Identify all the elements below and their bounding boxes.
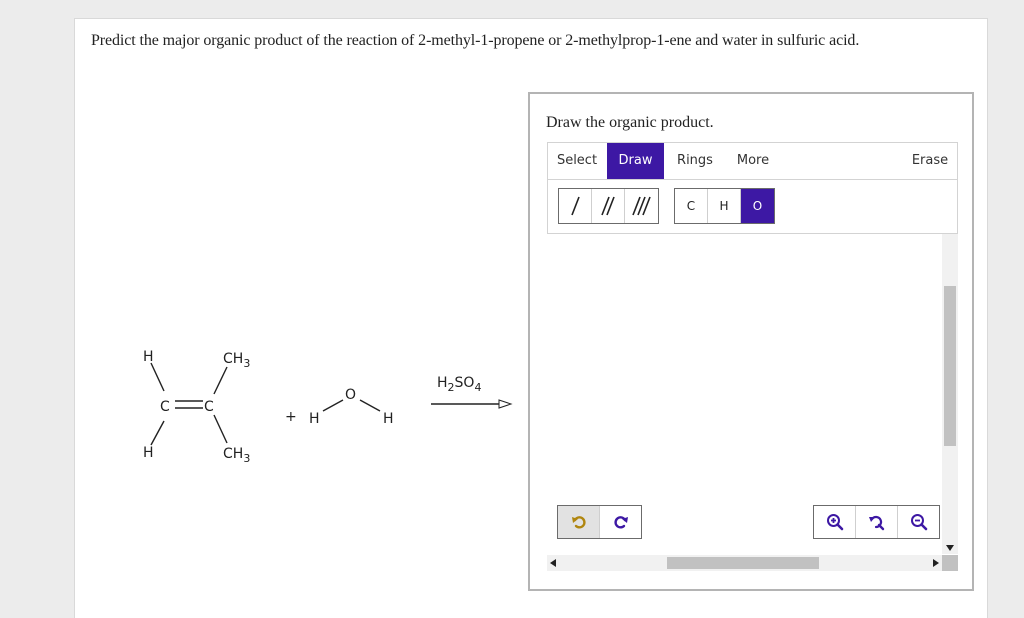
single-bond-icon [571,196,580,216]
horizontal-scrollbar[interactable] [547,555,958,571]
horizontal-scroll-thumb[interactable] [667,557,819,569]
tab-select[interactable]: Select [548,143,606,179]
question-text: Predict the major organic product of the… [91,32,860,49]
tab-draw[interactable]: Draw [607,143,664,179]
tab-rings[interactable]: Rings [666,143,724,179]
water-h-left: H [309,411,320,427]
drawing-canvas[interactable] [547,234,958,571]
water-o: O [345,387,356,403]
editor-toolbar: Select Draw Rings More Erase C H O [547,142,958,234]
question-page: Predict the major organic product of the… [74,18,988,618]
undo-redo-group [557,505,642,539]
atom-c-right: C [204,399,214,415]
reagent-label: H2SO4 [437,375,481,394]
triple-bond-icon [632,196,651,216]
atom-h-bottom: H [143,445,154,461]
water-h-right: H [383,411,394,427]
zoom-in-icon [826,514,843,531]
bond-h-bottom [150,420,165,446]
widget-prompt: Draw the organic product. [546,114,714,131]
bond-h-top [150,362,165,392]
tab-more[interactable]: More [724,143,782,179]
bond-tools [558,188,659,224]
tab-erase[interactable]: Erase [902,143,958,179]
scroll-right-icon[interactable] [932,559,940,568]
reaction-svg: H H C C CH3 CH3 + H O H H2SO4 [143,349,513,465]
reaction-arrow [431,399,513,409]
double-bond-icon [601,196,615,216]
single-bond-button[interactable] [559,189,592,223]
undo-icon [571,516,586,529]
bond-ch3-bottom [213,414,228,444]
triple-bond-button[interactable] [625,189,658,223]
atom-o-button[interactable]: O [741,189,774,223]
zoom-group [813,505,940,539]
zoom-out-button[interactable] [898,506,939,538]
reaction-scheme: H H C C CH3 CH3 + H O H H2SO4 [115,339,575,479]
plus-sign: + [285,409,297,425]
redo-icon [613,516,628,529]
scroll-down-icon[interactable] [945,544,955,552]
zoom-in-button[interactable] [814,506,856,538]
atom-c-button[interactable]: C [675,189,708,223]
vertical-scrollbar[interactable] [942,234,958,554]
tab-bar: Select Draw Rings More Erase [548,143,957,180]
scroll-left-icon[interactable] [549,559,557,568]
atom-h-top: H [143,349,154,365]
zoom-out-icon [910,514,927,531]
atom-tools: C H O [674,188,775,224]
bond-ch3-top [213,366,228,395]
redo-button[interactable] [600,506,641,538]
group-ch3-bottom: CH3 [223,446,250,465]
atom-h-button[interactable]: H [708,189,741,223]
vertical-scroll-thumb[interactable] [944,286,956,446]
double-bond-button[interactable] [592,189,625,223]
scrollbar-corner [942,555,958,571]
reset-zoom-icon [868,515,884,531]
undo-button[interactable] [558,506,600,538]
atom-c-left: C [160,399,170,415]
drawing-widget: Draw the organic product. Select Draw Ri… [528,92,974,591]
reset-zoom-button[interactable] [856,506,898,538]
